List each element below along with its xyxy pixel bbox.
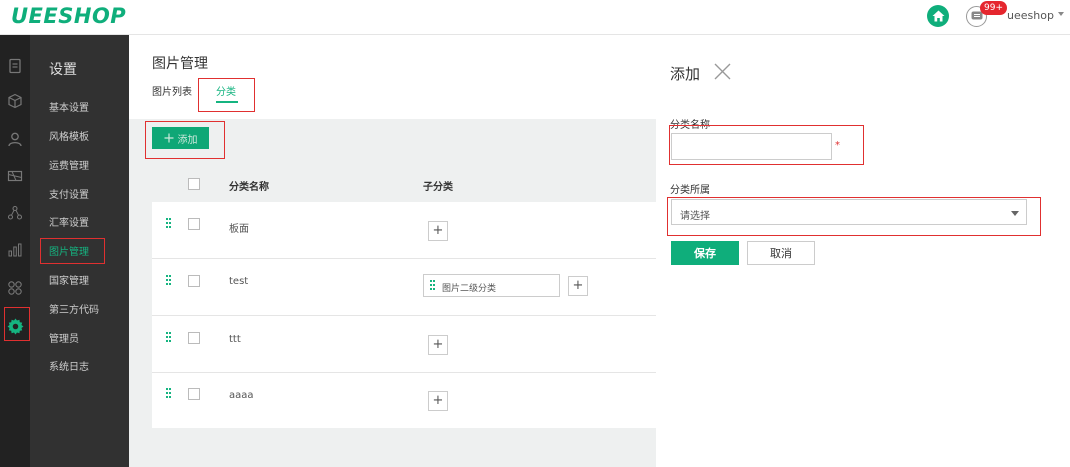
subcategory-name: 图片二级分类	[442, 284, 497, 294]
apps-icon[interactable]	[6, 279, 24, 297]
highlight-frame	[667, 197, 1041, 236]
sidebar-title: 设置	[49, 62, 77, 78]
main-content: 图片管理 图片列表 分类 添加 分类名称 子分类 板面 + test 图片二级分…	[129, 35, 656, 467]
category-name: aaaa	[229, 390, 254, 401]
row-checkbox[interactable]	[188, 388, 200, 400]
table-row: aaaa +	[152, 373, 656, 428]
drag-handle-icon[interactable]	[166, 218, 171, 229]
highlight-frame	[145, 121, 225, 159]
sidebar-item-countries[interactable]: 国家管理	[49, 272, 89, 287]
notification-badge: 99+	[980, 1, 1007, 15]
chevron-down-icon[interactable]	[1058, 12, 1064, 16]
row-checkbox[interactable]	[188, 332, 200, 344]
top-bar: UEESHOP 99+ ueeshop	[0, 0, 1070, 35]
panel-title: 添加	[670, 65, 701, 83]
select-all-checkbox[interactable]	[188, 178, 200, 190]
column-header-name: 分类名称	[229, 182, 269, 193]
highlight-frame	[198, 78, 255, 112]
icon-rail	[0, 35, 30, 467]
highlight-frame	[669, 125, 864, 165]
table-row: test 图片二级分类 +	[152, 259, 656, 316]
close-icon	[714, 63, 731, 80]
page-title: 图片管理	[152, 56, 208, 72]
user-icon[interactable]	[6, 130, 24, 148]
row-checkbox[interactable]	[188, 218, 200, 230]
drag-handle-icon[interactable]	[166, 332, 171, 343]
sidebar-item-exchange-rate[interactable]: 汇率设置	[49, 214, 89, 229]
network-icon[interactable]	[6, 204, 24, 222]
parent-category-label: 分类所属	[670, 185, 710, 196]
category-name: 板面	[229, 224, 249, 235]
logo[interactable]: UEESHOP	[11, 4, 126, 28]
table-row: ttt +	[152, 316, 656, 373]
sidebar-item-shipping[interactable]: 运费管理	[49, 157, 89, 172]
row-checkbox[interactable]	[188, 275, 200, 287]
highlight-frame	[4, 307, 30, 341]
close-button[interactable]	[713, 62, 732, 81]
drag-handle-icon[interactable]	[166, 275, 171, 286]
add-category-panel: 添加 分类名称 * 分类所属 请选择 保存 取消	[656, 35, 1070, 467]
cancel-button[interactable]: 取消	[747, 241, 815, 265]
category-table: 分类名称 子分类 板面 + test 图片二级分类 + ttt + aaaa +	[152, 167, 656, 428]
category-name: test	[229, 276, 249, 287]
add-subcategory-button[interactable]: +	[428, 391, 448, 411]
add-subcategory-button[interactable]: +	[428, 335, 448, 355]
table-row: 板面 +	[152, 202, 656, 259]
chart-icon[interactable]	[6, 241, 24, 259]
drag-handle-icon[interactable]	[166, 388, 171, 399]
document-icon[interactable]	[6, 57, 24, 75]
table-header: 分类名称 子分类	[152, 167, 656, 202]
sidebar-item-basic-settings[interactable]: 基本设置	[49, 99, 89, 114]
save-button[interactable]: 保存	[671, 241, 739, 265]
add-subcategory-button[interactable]: +	[568, 276, 588, 296]
category-name: ttt	[229, 334, 241, 345]
box-icon[interactable]	[6, 92, 24, 110]
add-subcategory-button[interactable]: +	[428, 221, 448, 241]
drag-handle-icon[interactable]	[430, 280, 435, 291]
message-icon	[971, 11, 982, 20]
sidebar-item-system-log[interactable]: 系统日志	[49, 358, 89, 373]
page-header: 图片管理 图片列表 分类	[129, 35, 656, 119]
tab-image-list[interactable]: 图片列表	[152, 83, 192, 98]
highlight-frame	[40, 238, 105, 264]
sidebar-item-payment[interactable]: 支付设置	[49, 186, 89, 201]
shipping-icon[interactable]	[6, 167, 24, 185]
sidebar-item-style-templates[interactable]: 风格模板	[49, 128, 89, 143]
column-header-subcategory: 子分类	[423, 182, 453, 193]
home-button[interactable]	[927, 5, 949, 27]
sidebar-item-administrators[interactable]: 管理员	[49, 330, 79, 345]
home-icon	[932, 10, 944, 22]
subcategory-tag[interactable]: 图片二级分类	[423, 274, 560, 297]
sidebar-item-third-party-code[interactable]: 第三方代码	[49, 301, 99, 316]
user-menu[interactable]: ueeshop	[1007, 9, 1054, 22]
